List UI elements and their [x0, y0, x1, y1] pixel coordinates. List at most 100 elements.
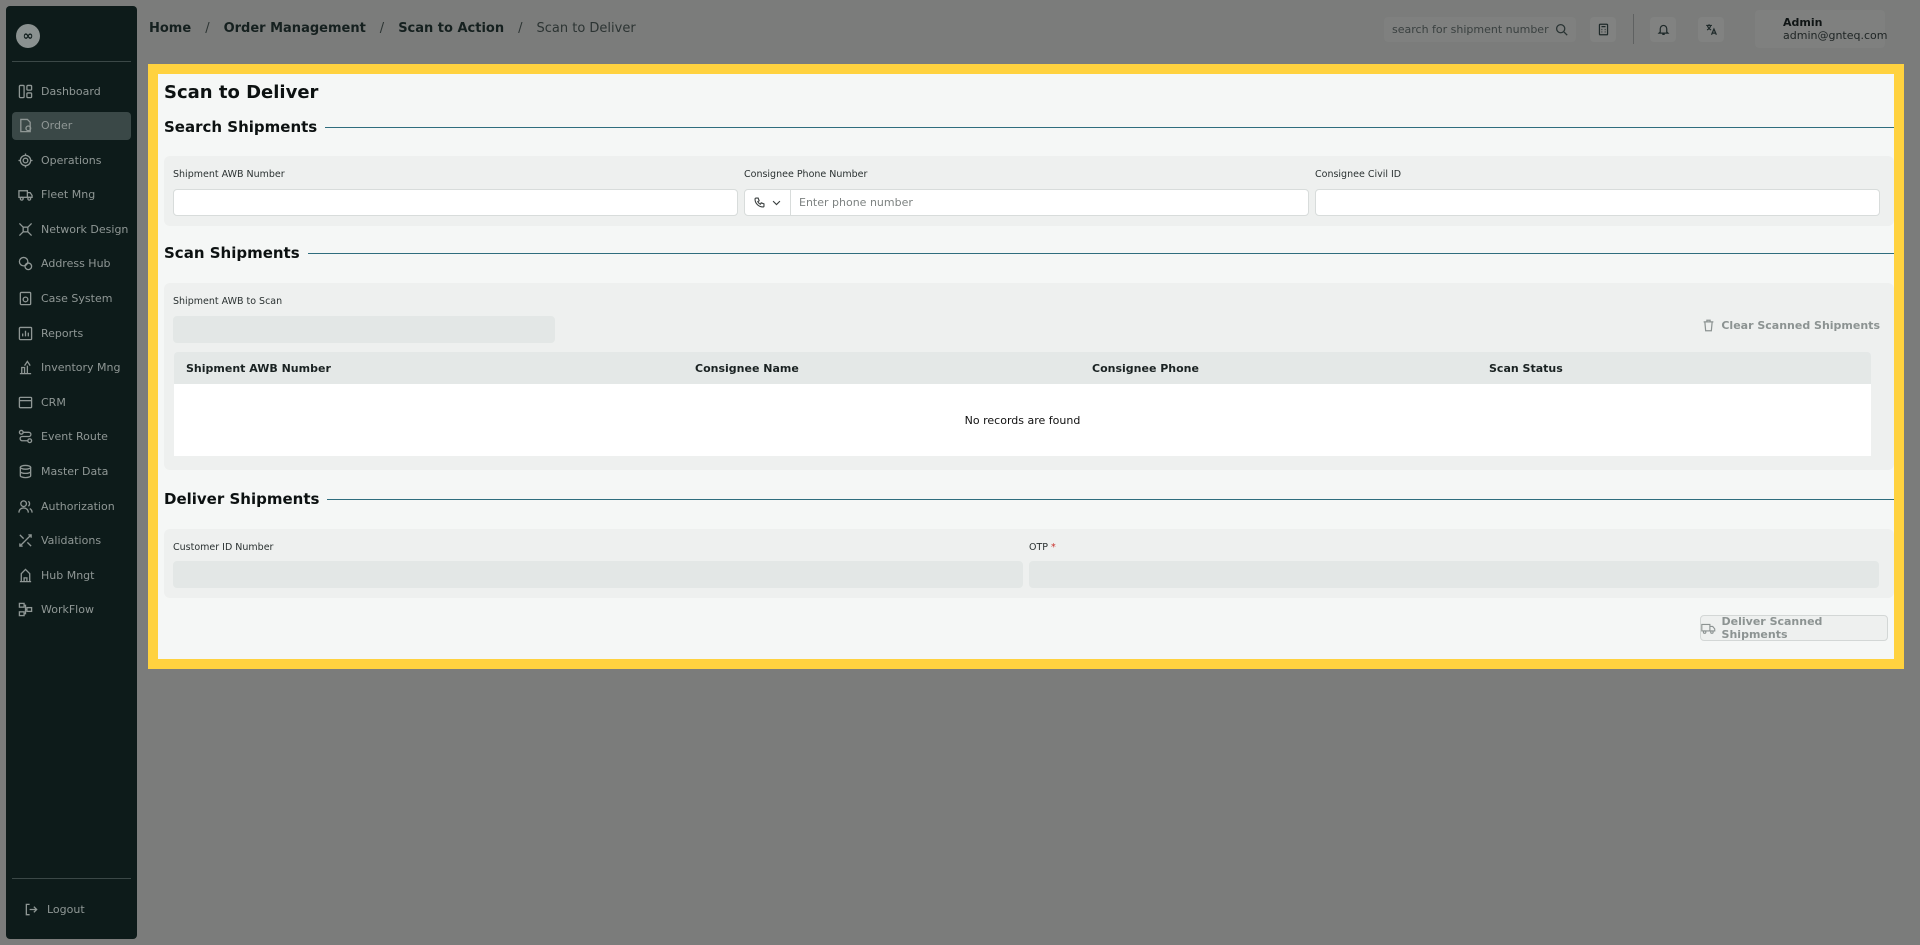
header-search: [1384, 17, 1576, 42]
deliver-section-title: Deliver Shipments: [164, 490, 320, 508]
case-icon: [18, 291, 33, 306]
scan-section-header: Scan Shipments: [164, 244, 1894, 262]
sidebar-item-dashboard[interactable]: Dashboard: [12, 77, 131, 105]
sidebar-item-order[interactable]: Order: [12, 111, 131, 140]
sidebar-item-label: Hub Mngt: [41, 568, 95, 582]
calculator-button[interactable]: [1590, 17, 1616, 42]
customer-id-input[interactable]: [173, 561, 1023, 588]
database-icon: [18, 464, 33, 479]
column-header[interactable]: Scan Status: [1489, 362, 1563, 375]
sidebar-item-inventory-mng[interactable]: Inventory Mng: [12, 354, 131, 382]
sidebar-item-workflow[interactable]: WorkFlow: [12, 596, 131, 624]
breadcrumb-order-management[interactable]: Order Management: [224, 21, 366, 36]
otp-input[interactable]: [1029, 561, 1879, 588]
deliver-scanned-label: Deliver Scanned Shipments: [1721, 615, 1823, 641]
awb-number-input[interactable]: [173, 189, 738, 216]
chevron-down-icon: [772, 200, 780, 206]
workflow-icon: [18, 602, 33, 617]
search-section-header: Search Shipments: [164, 118, 1894, 136]
sidebar-item-label: Fleet Mng: [41, 188, 96, 202]
sidebar-item-label: Event Route: [41, 430, 108, 444]
sidebar-item-label: Network Design: [41, 222, 129, 236]
sidebar-item-label: Dashboard: [41, 84, 101, 98]
sidebar-item-fleet-mng[interactable]: Fleet Mng: [12, 181, 131, 209]
consignee-phone-input[interactable]: [791, 196, 1308, 209]
sidebar-item-label: Authorization: [41, 499, 115, 513]
bell-icon: [1657, 24, 1669, 35]
validations-icon: [18, 533, 33, 548]
app-logo[interactable]: ∞: [16, 24, 40, 48]
header-divider: [1633, 14, 1634, 44]
sidebar: ∞ Dashboard Order Operations Fleet Mng N…: [6, 6, 137, 939]
consignee-phone-field: [744, 189, 1309, 216]
breadcrumb: Home / Order Management / Scan to Action…: [149, 21, 636, 36]
truck-icon: [1701, 623, 1716, 634]
logout-button[interactable]: Logout: [24, 902, 85, 917]
column-header[interactable]: Consignee Phone: [1092, 362, 1199, 375]
scanned-shipments-table: Shipment AWB Number Consignee Name Consi…: [174, 352, 1871, 456]
calculator-icon: [1598, 23, 1608, 36]
users-icon: [18, 499, 33, 514]
sidebar-nav: Dashboard Order Operations Fleet Mng Net…: [12, 77, 131, 631]
sidebar-item-operations[interactable]: Operations: [12, 146, 131, 174]
consignee-phone-label: Consignee Phone Number: [744, 169, 868, 180]
sidebar-item-network-design[interactable]: Network Design: [12, 215, 131, 243]
column-header[interactable]: Shipment AWB Number: [186, 362, 331, 375]
translate-icon: [1705, 24, 1717, 36]
country-code-select[interactable]: [745, 190, 791, 215]
logout-label: Logout: [47, 903, 85, 916]
scan-card: Shipment AWB to Scan Clear Scanned Shipm…: [164, 283, 1894, 470]
empty-state-text: No records are found: [964, 413, 1081, 427]
clear-scanned-label: Clear Scanned Shipments: [1721, 319, 1880, 332]
logout-icon: [25, 903, 38, 916]
sidebar-item-validations[interactable]: Validations: [12, 527, 131, 555]
user-name: Admin: [1783, 16, 1823, 29]
sidebar-item-label: Validations: [41, 534, 102, 548]
deliver-scanned-button[interactable]: Deliver Scanned Shipments: [1700, 615, 1888, 641]
sidebar-item-reports[interactable]: Reports: [12, 319, 131, 347]
sidebar-item-address-hub[interactable]: Address Hub: [12, 250, 131, 278]
breadcrumb-separator: /: [379, 21, 385, 36]
shipment-search-input[interactable]: [1392, 23, 1555, 36]
section-divider: [307, 252, 1894, 254]
sidebar-item-hub-mngt[interactable]: Hub Mngt: [12, 561, 131, 589]
sidebar-divider: [12, 878, 131, 879]
awb-number-label: Shipment AWB Number: [173, 169, 285, 180]
crm-icon: [18, 395, 33, 410]
sidebar-item-label: Master Data: [41, 465, 109, 479]
breadcrumb-separator: /: [205, 21, 210, 36]
sidebar-item-crm[interactable]: CRM: [12, 388, 131, 416]
breadcrumb-separator: /: [518, 21, 523, 36]
search-icon[interactable]: [1555, 23, 1568, 36]
user-menu[interactable]: Admin admin@gnteq.com: [1755, 10, 1887, 48]
language-button[interactable]: [1698, 17, 1724, 42]
sidebar-item-case-system[interactable]: Case System: [12, 285, 131, 313]
sidebar-item-label: Case System: [41, 292, 113, 306]
sidebar-item-master-data[interactable]: Master Data: [12, 458, 131, 486]
notifications-button[interactable]: [1650, 17, 1676, 42]
breadcrumb-current: Scan to Deliver: [536, 21, 636, 36]
dashboard-icon: [18, 84, 33, 99]
trash-icon: [1703, 319, 1714, 332]
breadcrumb-home[interactable]: Home: [149, 21, 191, 36]
phone-icon: [753, 197, 765, 208]
sidebar-item-label: Reports: [41, 326, 84, 340]
consignee-civil-id-input[interactable]: [1315, 189, 1880, 216]
breadcrumb-scan-to-action[interactable]: Scan to Action: [398, 21, 504, 36]
highlight-frame: Scan to Deliver Search Shipments Shipmen…: [148, 64, 1904, 669]
awb-scan-label: Shipment AWB to Scan: [173, 296, 283, 307]
sidebar-divider: [12, 61, 131, 62]
table-body: No records are found: [174, 384, 1871, 456]
table-header: Shipment AWB Number Consignee Name Consi…: [174, 352, 1871, 384]
awb-scan-input[interactable]: [173, 316, 555, 343]
main-panel: Scan to Deliver Search Shipments Shipmen…: [158, 74, 1894, 659]
sidebar-item-label: Address Hub: [41, 257, 111, 271]
sidebar-item-authorization[interactable]: Authorization: [12, 492, 131, 520]
column-header[interactable]: Consignee Name: [695, 362, 799, 375]
sidebar-item-event-route[interactable]: Event Route: [12, 423, 131, 451]
truck-icon: [18, 187, 33, 202]
network-icon: [18, 222, 33, 237]
hub-icon: [18, 568, 33, 583]
clear-scanned-button[interactable]: Clear Scanned Shipments: [1702, 319, 1880, 332]
address-icon: [18, 256, 33, 271]
